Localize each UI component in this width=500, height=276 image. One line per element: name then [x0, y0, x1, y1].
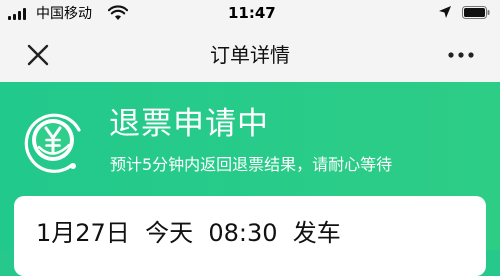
refund-yuan-icon: [24, 113, 81, 173]
trip-card: 1月27日 今天 08:30 发车: [14, 196, 486, 276]
navigation-bar: 订单详情: [0, 28, 500, 82]
status-time: 11:47: [228, 4, 276, 22]
refund-status-subtitle: 预计5分钟内返回退票结果，请耐心等待: [110, 155, 393, 174]
cell-signal-icon: [8, 8, 26, 20]
wifi-icon: [108, 5, 128, 20]
page-title: 订单详情: [210, 43, 290, 67]
refund-status-title: 退票申请中: [109, 106, 269, 142]
location-arrow-icon: [439, 6, 451, 18]
status-bar: 中国移动 11:47: [0, 0, 500, 28]
departure-info: 1月27日 今天 08:30 发车: [36, 219, 341, 247]
carrier-name: 中国移动: [36, 6, 92, 22]
battery-icon: [462, 6, 490, 19]
more-dots-icon[interactable]: [448, 52, 474, 58]
